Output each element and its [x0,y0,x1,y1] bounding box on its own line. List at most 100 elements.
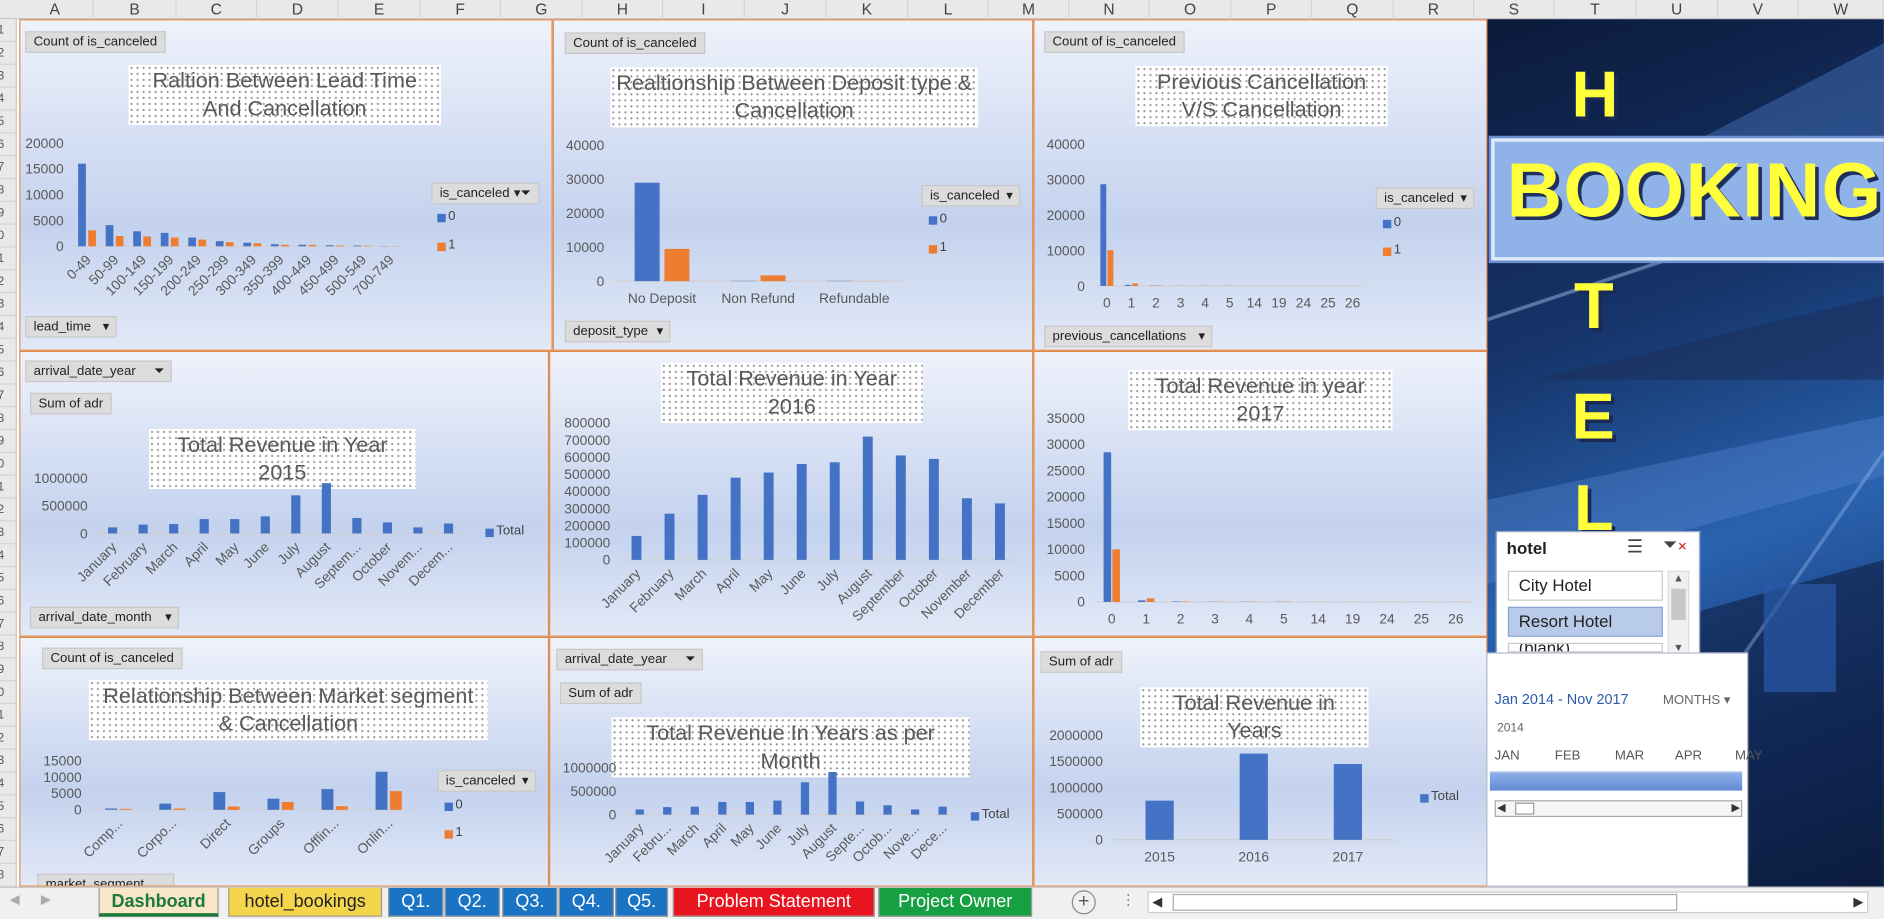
row-header[interactable]: 1 [0,704,16,727]
bar-Total-Novem...[interactable] [413,527,423,534]
bar-1-Groups[interactable] [281,801,294,810]
bar-Total-April[interactable] [730,477,741,560]
bar-0-350-399[interactable] [270,244,279,247]
row-header[interactable]: 7 [0,156,16,180]
scroll-left-icon[interactable]: ◀ [1497,801,1505,814]
bar-Total-August[interactable] [321,483,331,534]
chart-lead-time[interactable]: Count of is_canceled Raltion Between Lea… [19,19,553,351]
column-header[interactable]: S [1474,0,1555,20]
row-header[interactable]: 6 [0,818,16,842]
tab-scroll-left-icon[interactable]: ◀ [10,892,20,907]
bar-Total-May[interactable] [745,801,755,815]
bar-Total-June[interactable] [260,516,270,534]
bar-1-50-99[interactable] [115,235,124,247]
bar-0-No Deposit[interactable] [634,182,660,282]
bar-0-400-449[interactable] [298,244,307,247]
column-header[interactable]: K [827,0,909,20]
column-header[interactable]: A [17,0,94,20]
multi-select-icon[interactable]: ☰ [1627,536,1643,557]
hotel-slicer[interactable]: hotel ☰ ⏷✕ City Hotel Resort Hotel (blan… [1495,531,1701,666]
bar-1-0[interactable] [1112,549,1120,602]
bar-Total-May[interactable] [230,519,240,534]
bar-1-Non Refund[interactable] [760,275,786,282]
timeline-month[interactable]: APR [1675,749,1702,763]
column-header[interactable]: F [421,0,502,20]
bar-0-100-149[interactable] [133,231,141,247]
bar-1-0-49[interactable] [88,230,96,247]
row-header[interactable]: 0 [0,453,16,476]
row-header[interactable]: 8 [0,407,16,431]
axis-field-button[interactable]: arrival_date_month ▾ [30,606,180,629]
row-header[interactable]: 2 [0,727,16,750]
slicer-scrollbar[interactable]: ▲ ▼ [1667,570,1690,655]
column-header[interactable]: I [663,0,745,20]
bar-Total-August[interactable] [828,771,837,815]
row-header[interactable]: 5 [0,795,16,819]
row-header[interactable]: 4 [0,316,16,339]
bar-1-1[interactable] [1132,283,1138,286]
bar-0-300-349[interactable] [243,242,252,247]
row-header[interactable]: 4 [0,773,16,796]
bar-1-Offlin...[interactable] [335,806,348,810]
tab-q5-[interactable]: Q5. [615,887,669,917]
column-header[interactable]: W [1799,0,1884,20]
bar-1-Direct[interactable] [227,806,240,810]
timeline-level-dropdown[interactable]: MONTHS ▾ [1663,692,1731,707]
bar-Total-February[interactable] [664,513,675,560]
timeline-bar[interactable] [1489,771,1743,791]
legend-field-button[interactable]: is_canceled ▾ [921,185,1021,207]
bar-Total-October[interactable] [382,522,393,534]
legend-field-button[interactable]: is_canceled ▾ [1375,187,1475,210]
bar-Total-Nove...[interactable] [910,809,920,815]
row-header[interactable]: 8 [0,864,16,887]
row-header[interactable]: 6 [0,590,16,613]
row-header[interactable]: 4 [0,544,16,568]
column-header[interactable]: L [908,0,989,20]
tab-scroll-right-icon[interactable]: ▶ [41,892,51,907]
column-header[interactable]: D [257,0,339,20]
bar-1-100-149[interactable] [143,236,152,247]
column-header[interactable]: Q [1312,0,1394,20]
bar-Total-Septem...[interactable] [352,517,362,534]
bar-Total-2016[interactable] [1239,753,1268,840]
slicer-item-city-hotel[interactable]: City Hotel [1507,570,1663,601]
scroll-thumb[interactable] [1172,893,1678,911]
row-header[interactable]: 6 [0,362,16,385]
bar-Total-April[interactable] [199,519,209,534]
bar-1-500-549[interactable] [363,245,372,247]
bar-Total-October[interactable] [928,458,939,560]
scroll-thumb[interactable] [1515,802,1535,815]
column-header[interactable]: G [501,0,583,20]
axis-field-button[interactable]: lead_time ▾ [25,315,117,338]
chart-revenue-per-month[interactable]: arrival_date_year ⏷ Sum of adr Total Reve… [549,636,1034,887]
add-sheet-button[interactable]: + [1071,890,1096,915]
slicer-item-resort-hotel[interactable]: Resort Hotel [1507,606,1663,637]
bar-1-300-349[interactable] [253,243,262,247]
bar-0-0[interactable] [1103,452,1112,602]
column-header[interactable]: R [1394,0,1475,20]
row-header[interactable]: 6 [0,133,16,157]
bar-0-Offlin...[interactable] [321,789,334,810]
bar-Total-April[interactable] [718,801,727,815]
bar-0-50-99[interactable] [105,225,114,247]
scroll-right-icon[interactable]: ▶ [1853,894,1863,909]
tab-problem-statement[interactable]: Problem Statement [672,887,875,917]
bar-0-0-49[interactable] [78,163,86,247]
bar-0-1[interactable] [1124,284,1131,286]
scroll-thumb[interactable] [1671,588,1686,620]
bar-1-150-199[interactable] [170,237,179,247]
scroll-left-icon[interactable]: ◀ [1152,894,1162,909]
bar-0-450-499[interactable] [325,245,334,247]
bar-0-2[interactable] [1172,601,1180,602]
bar-Total-June[interactable] [773,800,782,815]
column-header[interactable]: M [989,0,1070,20]
bar-Total-June[interactable] [796,464,807,560]
bar-1-400-449[interactable] [308,245,317,247]
column-header[interactable]: P [1232,0,1313,20]
bar-Total-September[interactable] [895,455,906,560]
column-header[interactable]: J [745,0,827,20]
bar-1-Corpo...[interactable] [173,808,186,810]
bar-Total-March[interactable] [690,806,699,815]
column-header[interactable]: H [583,0,664,20]
bar-1-450-499[interactable] [336,245,344,247]
